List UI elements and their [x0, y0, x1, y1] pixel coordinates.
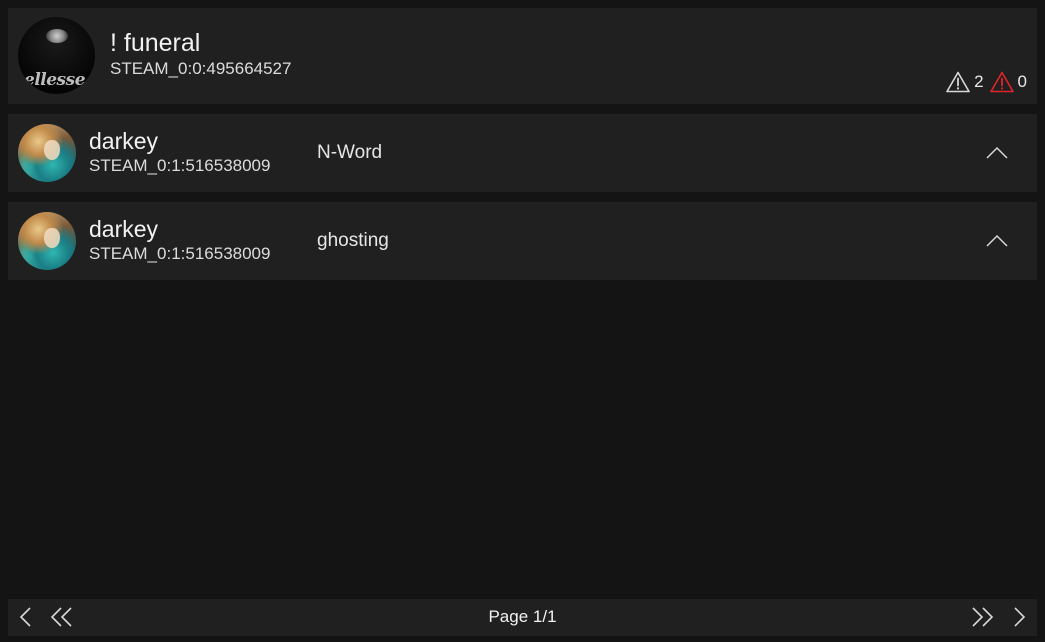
- issuer-name: darkey: [89, 128, 159, 154]
- player-name: ! funeral: [110, 29, 201, 57]
- warning-triangle-icon: [946, 71, 970, 93]
- player-avatar: ellesse: [18, 17, 95, 94]
- warning-reason: N-Word: [317, 142, 383, 163]
- issuer-avatar: [18, 124, 76, 182]
- player-header: ellesse ! funeral STEAM_0:0:495664527 2: [8, 8, 1037, 104]
- double-chevron-right-icon[interactable]: [970, 606, 994, 628]
- chevron-up-icon[interactable]: [985, 143, 1009, 163]
- issuer-steam-id: STEAM_0:1:516538009: [89, 156, 271, 175]
- issuer-avatar: [18, 212, 76, 270]
- warning-row[interactable]: darkey STEAM_0:1:516538009 N-Word: [8, 114, 1037, 192]
- warning-row[interactable]: darkey STEAM_0:1:516538009 ghosting: [8, 202, 1037, 280]
- severe-warnings: 0: [989, 71, 1027, 93]
- issuer-name: darkey: [89, 216, 159, 242]
- warnings-panel: ellesse ! funeral STEAM_0:0:495664527 2: [0, 0, 1045, 642]
- pagination-bar: Page 1/1: [8, 599, 1037, 636]
- avatar-logo-text: ellesse: [24, 70, 86, 90]
- active-warnings: 2: [946, 71, 984, 93]
- active-warnings-count: 2: [974, 72, 984, 91]
- avatar-smoke-shape: [46, 29, 68, 43]
- warning-reason: ghosting: [317, 230, 389, 251]
- issuer-steam-id: STEAM_0:1:516538009: [89, 244, 271, 263]
- chevron-right-icon[interactable]: [1011, 606, 1027, 628]
- warning-counts: 2 0: [946, 70, 1027, 94]
- severe-warnings-count: 0: [1017, 72, 1027, 91]
- warning-triangle-red-icon: [989, 71, 1014, 93]
- chevron-up-icon[interactable]: [985, 231, 1009, 251]
- page-indicator: Page 1/1: [488, 607, 557, 626]
- player-steam-id: STEAM_0:0:495664527: [110, 59, 292, 78]
